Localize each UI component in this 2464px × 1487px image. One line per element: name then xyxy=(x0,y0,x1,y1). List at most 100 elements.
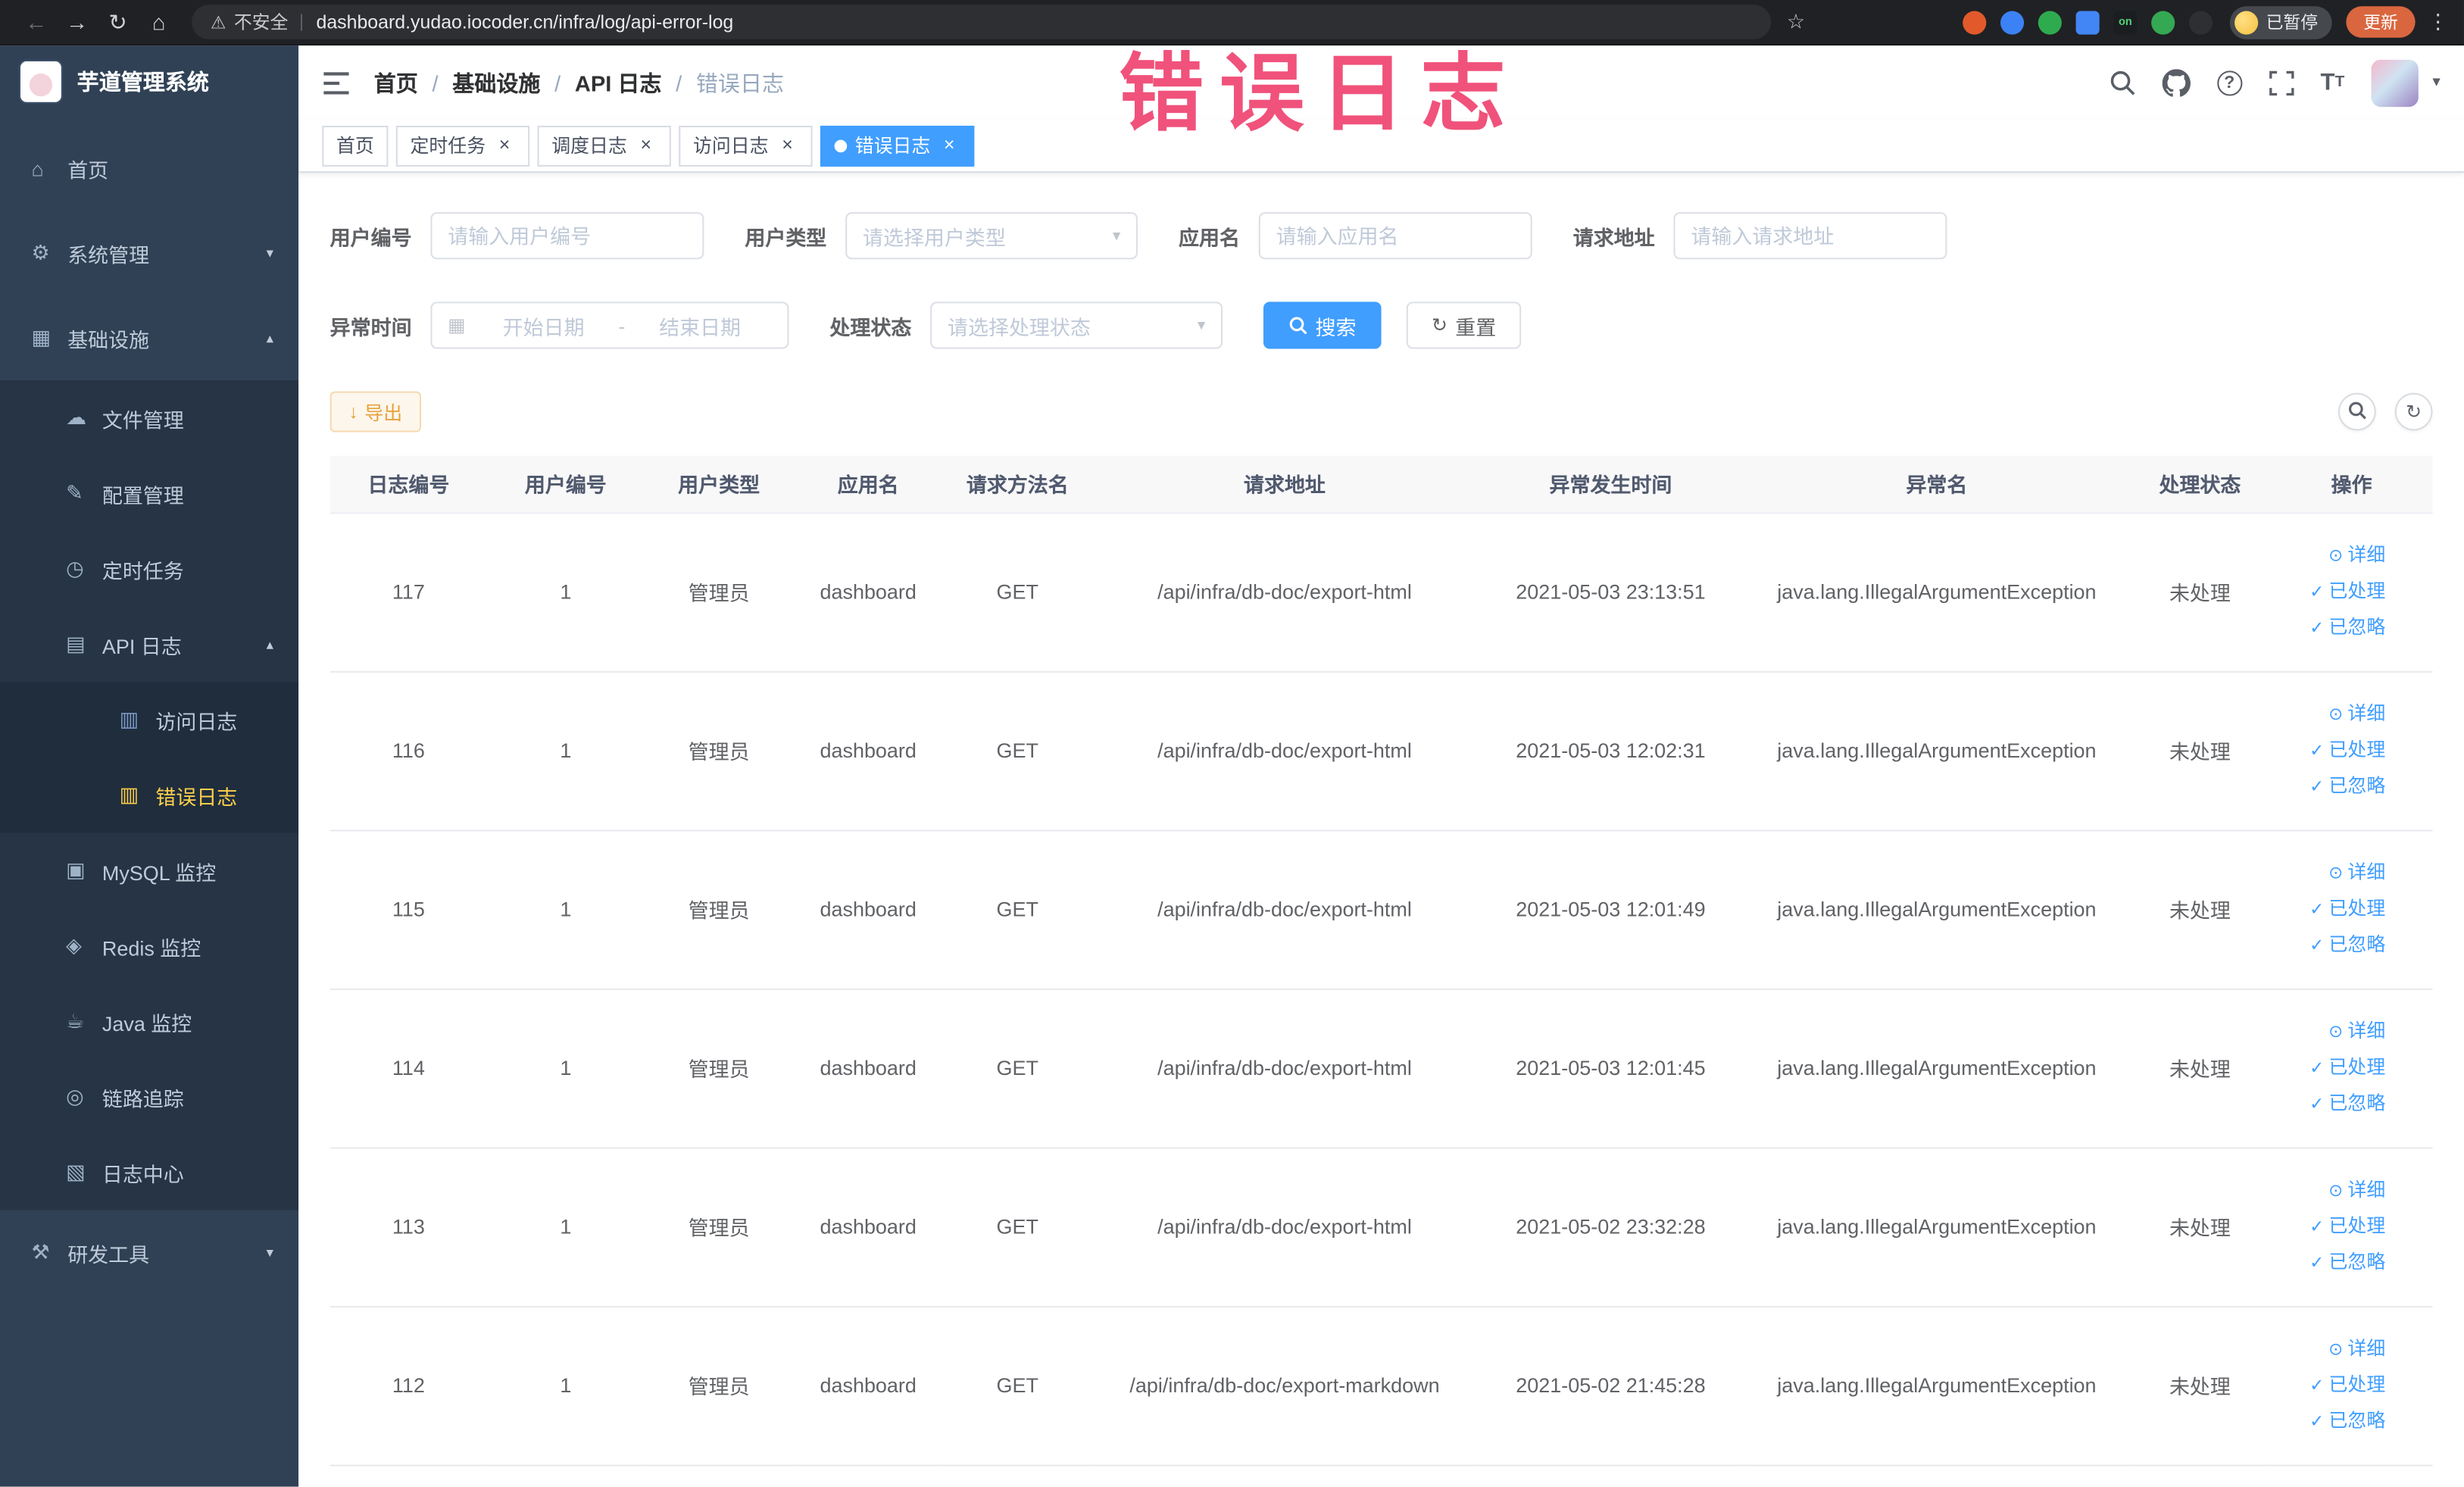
extension-orange-circle[interactable] xyxy=(1963,10,1987,34)
sidebar-item-config-manage[interactable]: ✎ 配置管理 xyxy=(0,455,299,532)
extension-green-circle[interactable] xyxy=(2038,10,2062,34)
action-ignored[interactable]: ✓ 已忽略 xyxy=(2277,1086,2385,1123)
action-label: 详细 xyxy=(2347,1178,2386,1201)
table-cell: 1 xyxy=(487,829,645,989)
table-cell: 未处理 xyxy=(2129,670,2271,831)
action-detail[interactable]: ⊙ 详细 xyxy=(2277,1331,2385,1367)
table-cell: 2021-05-02 21:45:28 xyxy=(1477,1305,1744,1466)
action-processed[interactable]: ✓ 已处理 xyxy=(2277,573,2385,610)
bookmark-star-icon[interactable]: ☆ xyxy=(1787,9,1805,34)
breadcrumb-item[interactable]: API 日志 xyxy=(575,67,662,98)
search-button[interactable]: 搜索 xyxy=(1263,301,1382,349)
breadcrumb: 首页 / 基础设施 / API 日志 / 错误日志 xyxy=(374,67,784,98)
tab-close-icon[interactable]: × xyxy=(493,134,515,156)
tab-2[interactable]: 调度日志 × xyxy=(537,124,671,166)
sidebar-item-system[interactable]: ⚙ 系统管理 ▾ xyxy=(0,210,299,296)
update-button[interactable]: 更新 xyxy=(2346,6,2416,38)
fullscreen-icon[interactable] xyxy=(2269,70,2294,95)
extension-green-leaf[interactable] xyxy=(2151,10,2175,34)
filter-row-2: 异常时间 ▦ 开始日期 - 结束日期 处理状态 请选择处理状态 ▾ 搜索 ↻ 重… xyxy=(330,301,2433,349)
action-detail[interactable]: ⊙ 详细 xyxy=(2277,1173,2385,1209)
sidebar-item-error-log[interactable]: ▥ 错误日志 xyxy=(0,757,299,833)
trace-eye-icon: ◎ xyxy=(66,1084,84,1108)
sidebar-item-java-monitor[interactable]: ☕ Java 监控 xyxy=(0,983,299,1060)
page: ← → ↻ ⌂ ⚠ 不安全 | dashboard.yudao.iocoder.… xyxy=(0,0,2464,1487)
github-icon[interactable] xyxy=(2162,68,2191,96)
header-actions: ? TT ▾ xyxy=(2108,58,2441,107)
action-label: 详细 xyxy=(2347,861,2386,883)
sidebar-item-redis-monitor[interactable]: ◈ Redis 监控 xyxy=(0,908,299,984)
request-url-input[interactable] xyxy=(1691,223,1930,248)
browser-back-icon[interactable]: ← xyxy=(16,9,57,34)
action-processed[interactable]: ✓ 已处理 xyxy=(2277,1208,2385,1245)
action-ignored[interactable]: ✓ 已忽略 xyxy=(2277,927,2385,964)
extension-on-badge[interactable]: on xyxy=(2113,10,2138,34)
sidebar-item-scheduled-job[interactable]: ◷ 定时任务 xyxy=(0,531,299,607)
action-detail[interactable]: ⊙ 详细 xyxy=(2277,855,2385,892)
reset-button[interactable]: ↻ 重置 xyxy=(1406,301,1522,349)
table-cell: dashboard xyxy=(793,829,943,989)
browser-reload-icon[interactable]: ↻ xyxy=(98,8,139,35)
breadcrumb-item[interactable]: 首页 xyxy=(374,67,418,98)
sidebar-item-mysql-monitor[interactable]: ▣ MySQL 监控 xyxy=(0,833,299,909)
toggle-search-button[interactable] xyxy=(2338,392,2376,431)
profile-sync-paused-chip[interactable]: 已暂停 xyxy=(2229,5,2332,39)
sidebar-item-log-center[interactable]: ▧ 日志中心 xyxy=(0,1134,299,1211)
user-avatar[interactable] xyxy=(2371,58,2419,107)
address-bar[interactable]: ⚠ 不安全 | dashboard.yudao.iocoder.cn/infra… xyxy=(192,5,1772,39)
tab-1[interactable]: 定时任务 × xyxy=(395,124,530,166)
infrastructure-icon: ▦ xyxy=(31,325,52,349)
sidebar-item-label: Java 监控 xyxy=(101,1011,192,1036)
action-detail[interactable]: ⊙ 详细 xyxy=(2277,1014,2385,1050)
tab-0[interactable]: 首页 xyxy=(322,124,389,166)
sidebar-item-access-log[interactable]: ▥ 访问日志 xyxy=(0,682,299,758)
help-icon[interactable]: ? xyxy=(2216,70,2242,95)
extension-blue-circle[interactable] xyxy=(2000,10,2025,34)
sidebar-item-api-log[interactable]: ▤ API 日志 ▴ xyxy=(0,606,299,683)
extension-blue-grid[interactable] xyxy=(2075,10,2100,34)
sidebar-item-file-manage[interactable]: ☁ 文件管理 xyxy=(0,380,299,456)
user-type-select[interactable]: 请选择用户类型 ▾ xyxy=(845,212,1138,260)
app-name-input[interactable] xyxy=(1276,223,1516,248)
tab-close-icon[interactable]: × xyxy=(938,134,960,156)
process-status-select[interactable]: 请选择处理状态 ▾ xyxy=(930,301,1223,349)
tab-3[interactable]: 访问日志 × xyxy=(679,124,813,166)
table-cell: dashboard xyxy=(793,1147,943,1307)
action-detail[interactable]: ⊙ 详细 xyxy=(2277,538,2385,574)
export-button[interactable]: ↓ 导出 xyxy=(329,391,422,433)
check-icon: ✓ xyxy=(2309,619,2325,639)
sidebar-item-dev-tools[interactable]: ⚒ 研发工具 ▾ xyxy=(0,1210,299,1295)
breadcrumb-item[interactable]: 基础设施 xyxy=(452,67,540,98)
action-ignored[interactable]: ✓ 已忽略 xyxy=(2277,768,2385,804)
action-detail[interactable]: ⊙ 详细 xyxy=(2277,696,2385,733)
sidebar-item-home[interactable]: ⌂ 首页 xyxy=(0,125,299,211)
check-icon: ✓ xyxy=(2309,936,2325,956)
tab-close-icon[interactable]: × xyxy=(635,134,657,156)
tab-close-icon[interactable]: × xyxy=(776,134,798,156)
column-header: 处理状态 xyxy=(2129,455,2271,514)
extensions-puzzle-icon[interactable] xyxy=(2188,10,2213,34)
sidebar-item-link-trace[interactable]: ◎ 链路追踪 xyxy=(0,1059,299,1135)
refresh-table-button[interactable]: ↻ xyxy=(2394,392,2433,431)
action-processed[interactable]: ✓ 已处理 xyxy=(2277,891,2385,927)
action-ignored[interactable]: ✓ 已忽略 xyxy=(2277,1404,2385,1440)
hamburger-icon[interactable] xyxy=(322,70,350,95)
sidebar-item-infrastructure[interactable]: ▦ 基础设施 ▴ xyxy=(0,295,299,381)
action-ignored[interactable]: ✓ 已忽略 xyxy=(2277,1245,2385,1281)
browser-menu-icon[interactable]: ⋮ xyxy=(2428,9,2448,34)
exception-time-range-picker[interactable]: ▦ 开始日期 - 结束日期 xyxy=(430,301,789,349)
sidebar-item-label: MySQL 监控 xyxy=(101,860,217,884)
action-processed[interactable]: ✓ 已处理 xyxy=(2277,1367,2385,1404)
browser-home-icon[interactable]: ⌂ xyxy=(139,9,180,34)
user-id-input[interactable] xyxy=(448,223,687,248)
sidebar-logo[interactable]: 芋道管理系统 xyxy=(0,45,298,117)
font-size-icon[interactable]: TT xyxy=(2321,69,2345,95)
action-ignored[interactable]: ✓ 已忽略 xyxy=(2277,610,2385,646)
search-icon[interactable] xyxy=(2108,69,2135,95)
action-processed[interactable]: ✓ 已处理 xyxy=(2277,733,2385,769)
avatar-caret-down-icon[interactable]: ▾ xyxy=(2432,74,2440,92)
security-label: 不安全 xyxy=(233,14,289,33)
action-processed[interactable]: ✓ 已处理 xyxy=(2277,1050,2385,1086)
tab-4[interactable]: 错误日志 × xyxy=(820,124,975,166)
browser-forward-icon[interactable]: → xyxy=(57,9,98,34)
